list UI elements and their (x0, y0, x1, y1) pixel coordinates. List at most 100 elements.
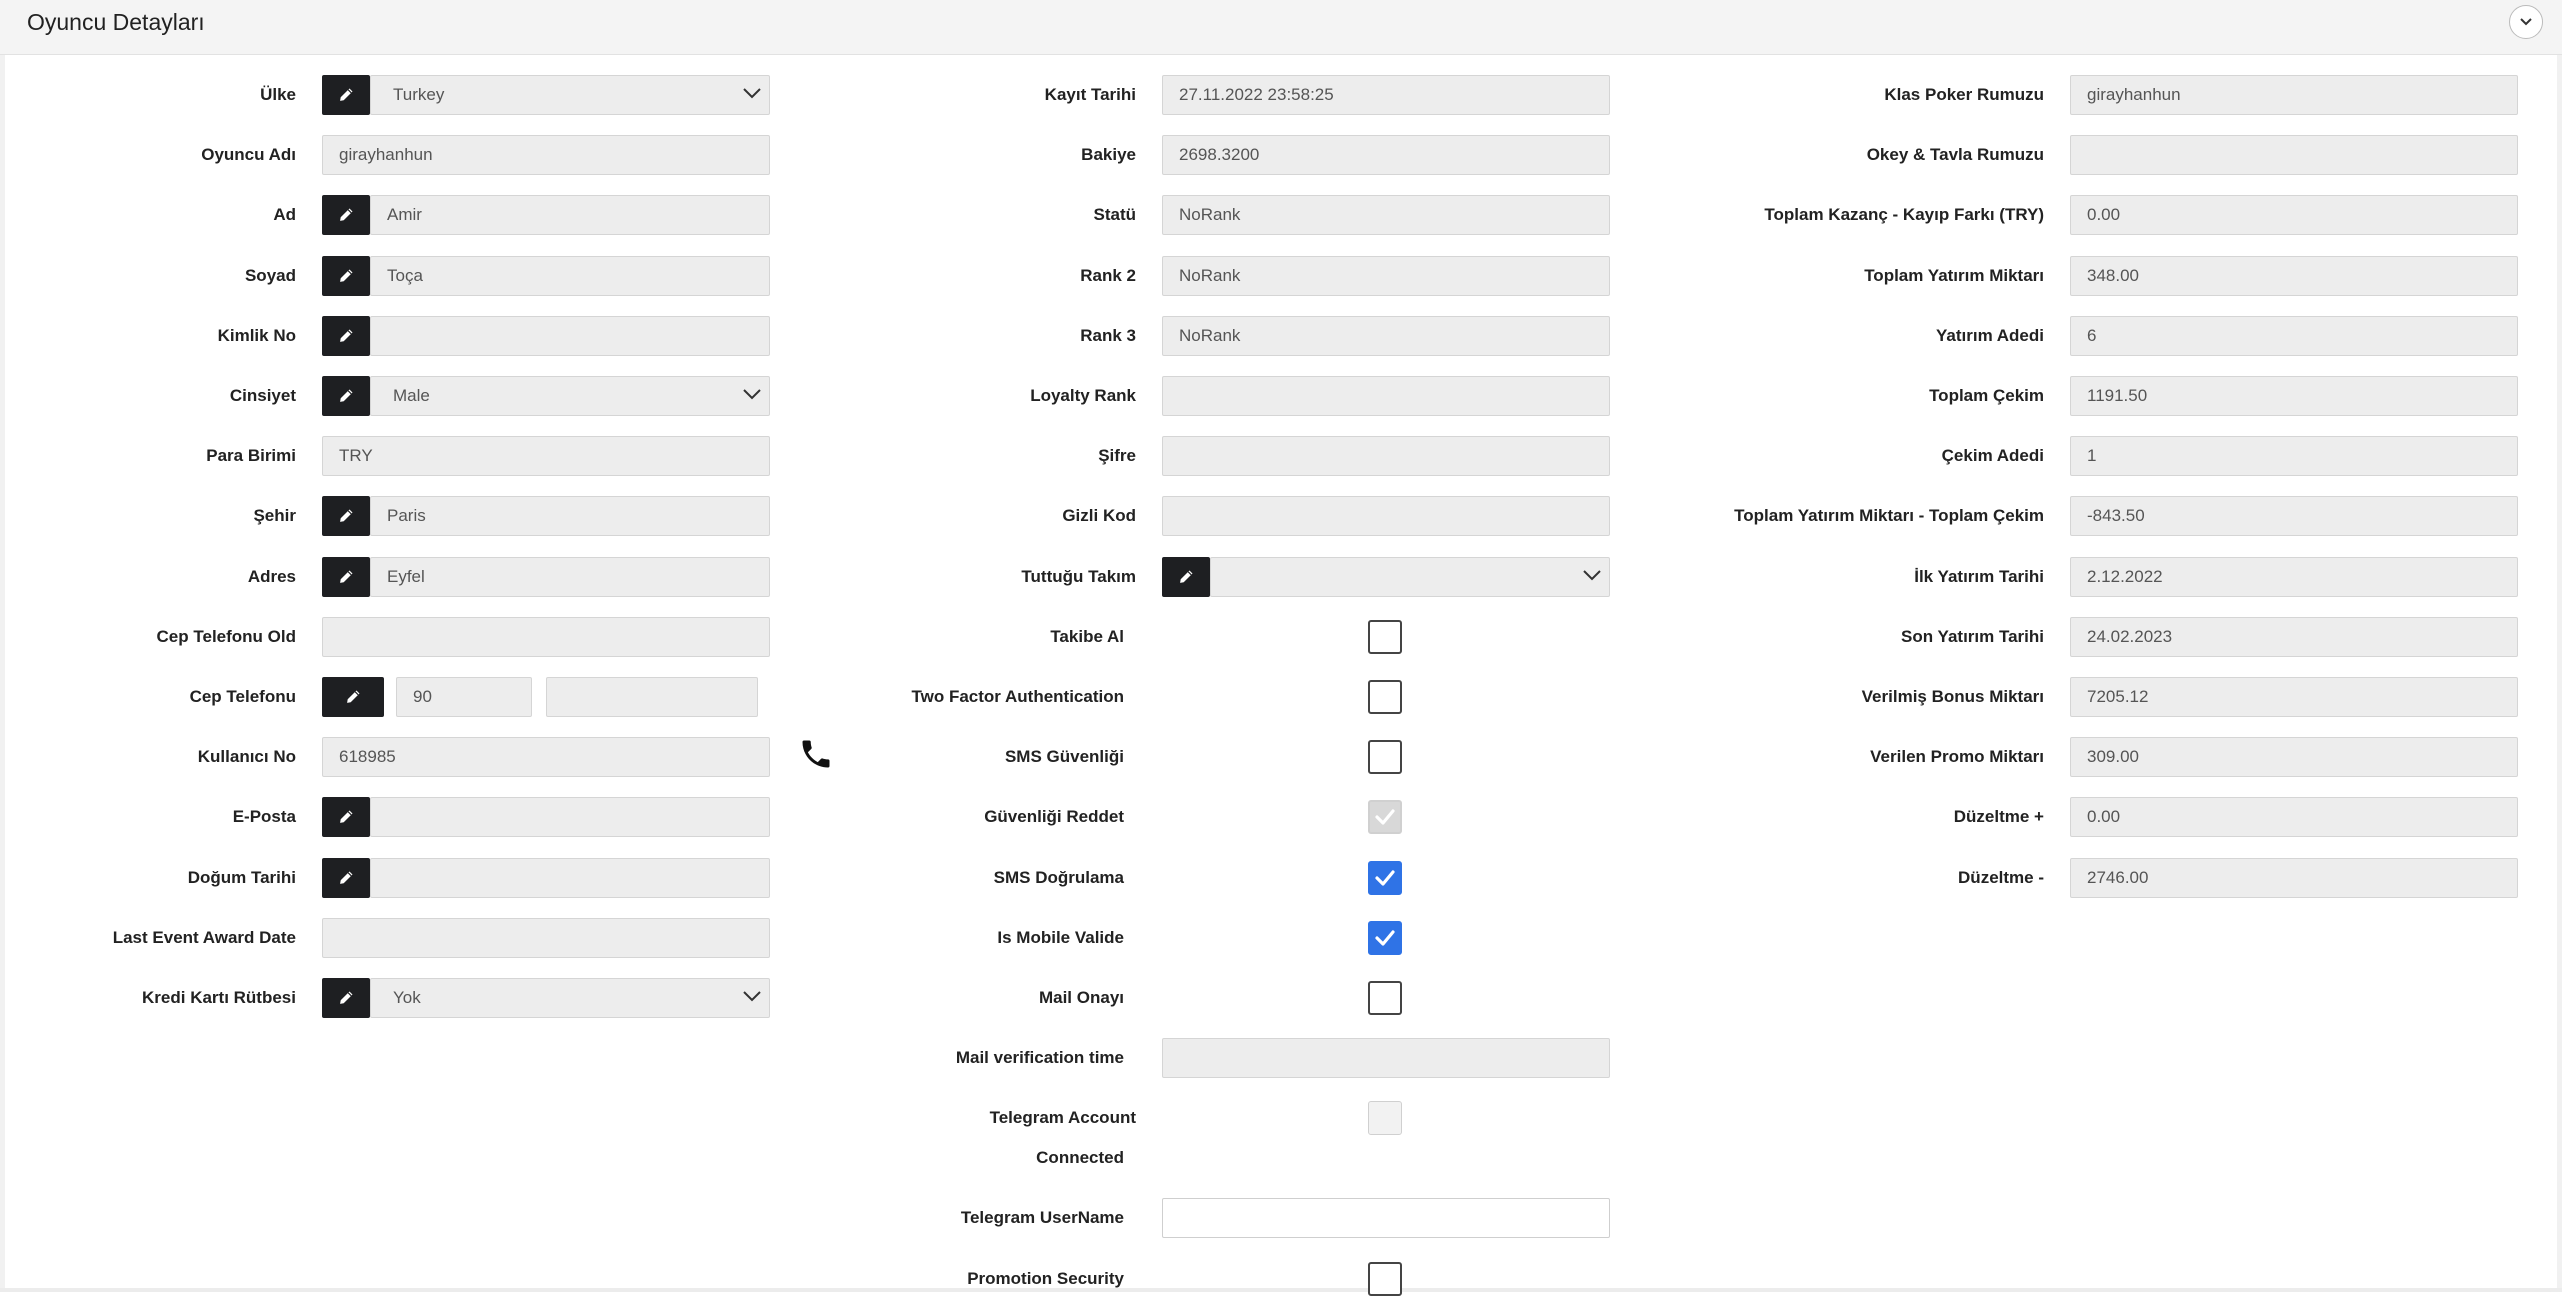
total_withdraw-label: Toplam Çekim (1929, 386, 2044, 405)
birth_date-edit-button[interactable] (322, 857, 370, 898)
bonus_given-control: 7205.12 (2070, 677, 2518, 717)
last_name-edit-button[interactable] (322, 255, 370, 296)
row-balance: Bakiye 2698.3200 (840, 135, 1620, 176)
reject_security-checkbox[interactable] (1368, 800, 1402, 835)
balance-input[interactable]: 2698.3200 (1162, 135, 1610, 176)
old_mobile-control (322, 616, 770, 657)
register_date-label: Kayıt Tarihi (1044, 85, 1136, 104)
poker_nick-input[interactable]: girayhanhun (2070, 75, 2518, 115)
rank2-input[interactable]: NoRank (1162, 255, 1610, 296)
pencil-icon (340, 208, 353, 222)
status-input[interactable]: NoRank (1162, 195, 1610, 236)
first_name-control: Amir (322, 195, 770, 236)
credit_card_rank-select[interactable]: Yok (370, 978, 770, 1018)
team-select[interactable] (1210, 556, 1610, 597)
currency-input[interactable]: TRY (322, 436, 770, 477)
loyalty_rank-label: Loyalty Rank (1030, 386, 1136, 405)
telegram_username-input[interactable] (1162, 1198, 1610, 1239)
total_withdraw-input[interactable]: 1191.50 (2070, 376, 2518, 416)
is_mobile_valid-label: Is Mobile Valide (997, 927, 1124, 947)
phone-icon[interactable] (798, 736, 834, 777)
collapse-button[interactable] (2509, 5, 2543, 39)
adjust_minus-input[interactable]: 2746.00 (2070, 857, 2518, 898)
password-input[interactable] (1162, 436, 1610, 477)
row-reject_security: Güvenliği Reddet (840, 797, 1620, 837)
pencil-icon (340, 871, 353, 884)
gender-select[interactable]: Male (370, 376, 770, 416)
bonus_given-input[interactable]: 7205.12 (2070, 677, 2518, 717)
promotion_security-checkbox[interactable] (1368, 1261, 1402, 1296)
row-telegram_username: Telegram UserName (840, 1198, 1620, 1239)
first_name-edit-button[interactable] (322, 195, 370, 236)
secret_code-input[interactable] (1162, 496, 1610, 537)
row-rank3: Rank 3 NoRank (840, 315, 1620, 356)
rank3-control: NoRank (1162, 315, 1610, 356)
deposit_count-input[interactable]: 6 (2070, 315, 2518, 356)
email-label: E-Posta (232, 807, 296, 827)
register_date-control: 27.11.2022 23:58:25 (1162, 75, 1610, 115)
country-control: Turkey (322, 75, 770, 115)
last_name-input[interactable]: Toça (370, 255, 770, 296)
sms_security-checkbox[interactable] (1368, 740, 1402, 775)
two_factor-checkbox[interactable] (1368, 680, 1402, 714)
id_no-edit-button[interactable] (322, 315, 370, 356)
country-select[interactable]: Turkey (370, 75, 770, 115)
first_deposit-input[interactable]: 2.12.2022 (2070, 556, 2518, 597)
follow-label: Takibe Al (1050, 626, 1124, 646)
deposit_minus_withdraw-input[interactable]: -843.50 (2070, 496, 2518, 537)
is_mobile_valid-checkbox[interactable] (1368, 920, 1402, 955)
birth_date-control (322, 857, 770, 898)
city-input[interactable]: Paris (370, 496, 770, 537)
country-edit-button[interactable] (322, 75, 370, 115)
withdraw_count-input[interactable]: 1 (2070, 436, 2518, 477)
rank3-input[interactable]: NoRank (1162, 315, 1610, 356)
follow-checkbox[interactable] (1368, 619, 1402, 654)
pencil-icon (340, 329, 353, 342)
last_event_award-input[interactable] (322, 917, 770, 958)
promotion_security-control (1162, 1259, 1610, 1299)
old_mobile-input[interactable] (322, 616, 770, 657)
player_name-input[interactable]: girayhanhun (322, 135, 770, 176)
mobile-country-code-input[interactable]: 90 (396, 677, 532, 717)
register_date-input[interactable]: 27.11.2022 23:58:25 (1162, 75, 1610, 115)
address-edit-button[interactable] (322, 556, 370, 597)
okey_nick-input[interactable] (2070, 135, 2518, 176)
row-telegram_connected: Telegram Account Connected (840, 1098, 1620, 1167)
check-icon (1375, 809, 1395, 825)
user_no-label: Kullanıcı No (197, 747, 296, 767)
team-edit-button[interactable] (1162, 556, 1210, 597)
sms_verify-checkbox[interactable] (1368, 860, 1402, 895)
mobile-number-input[interactable] (546, 677, 758, 717)
last_deposit-input[interactable]: 24.02.2023 (2070, 616, 2518, 657)
mail_confirm-checkbox[interactable] (1368, 981, 1402, 1015)
credit_card_rank-dropdown-caret[interactable] (742, 989, 762, 1008)
loyalty_rank-input[interactable] (1162, 376, 1610, 416)
birth_date-input[interactable] (370, 857, 770, 898)
credit_card_rank-edit-button[interactable] (322, 978, 370, 1018)
last_deposit-label: Son Yatırım Tarihi (1901, 626, 2044, 646)
first_name-input[interactable]: Amir (370, 195, 770, 236)
id_no-input[interactable] (370, 315, 770, 356)
adjust_plus-input[interactable]: 0.00 (2070, 797, 2518, 838)
telegram_connected-checkbox[interactable] (1368, 1101, 1402, 1136)
mobile-edit-button[interactable] (322, 677, 384, 717)
email-input[interactable] (370, 797, 770, 838)
user_no-input[interactable]: 618985 (322, 737, 770, 778)
chevron-down-icon (743, 88, 761, 99)
row-last_deposit: Son Yatırım Tarihi 24.02.2023 (1700, 616, 2530, 657)
mail_verify_time-input[interactable] (1162, 1038, 1610, 1079)
city-edit-button[interactable] (322, 496, 370, 537)
email-edit-button[interactable] (322, 797, 370, 838)
row-player_name: Oyuncu Adı girayhanhun (0, 135, 780, 176)
currency-label: Para Birimi (206, 446, 296, 466)
team-dropdown-caret[interactable] (1582, 568, 1602, 587)
gender-dropdown-caret[interactable] (742, 387, 762, 406)
poker_nick-control: girayhanhun (2070, 75, 2518, 115)
adjust_plus-label: Düzeltme + (1953, 807, 2044, 827)
country-dropdown-caret[interactable] (742, 86, 762, 105)
gender-edit-button[interactable] (322, 376, 370, 416)
total_deposit-input[interactable]: 348.00 (2070, 255, 2518, 296)
win_loss-input[interactable]: 0.00 (2070, 195, 2518, 236)
address-input[interactable]: Eyfel (370, 556, 770, 597)
promo_given-input[interactable]: 309.00 (2070, 737, 2518, 778)
